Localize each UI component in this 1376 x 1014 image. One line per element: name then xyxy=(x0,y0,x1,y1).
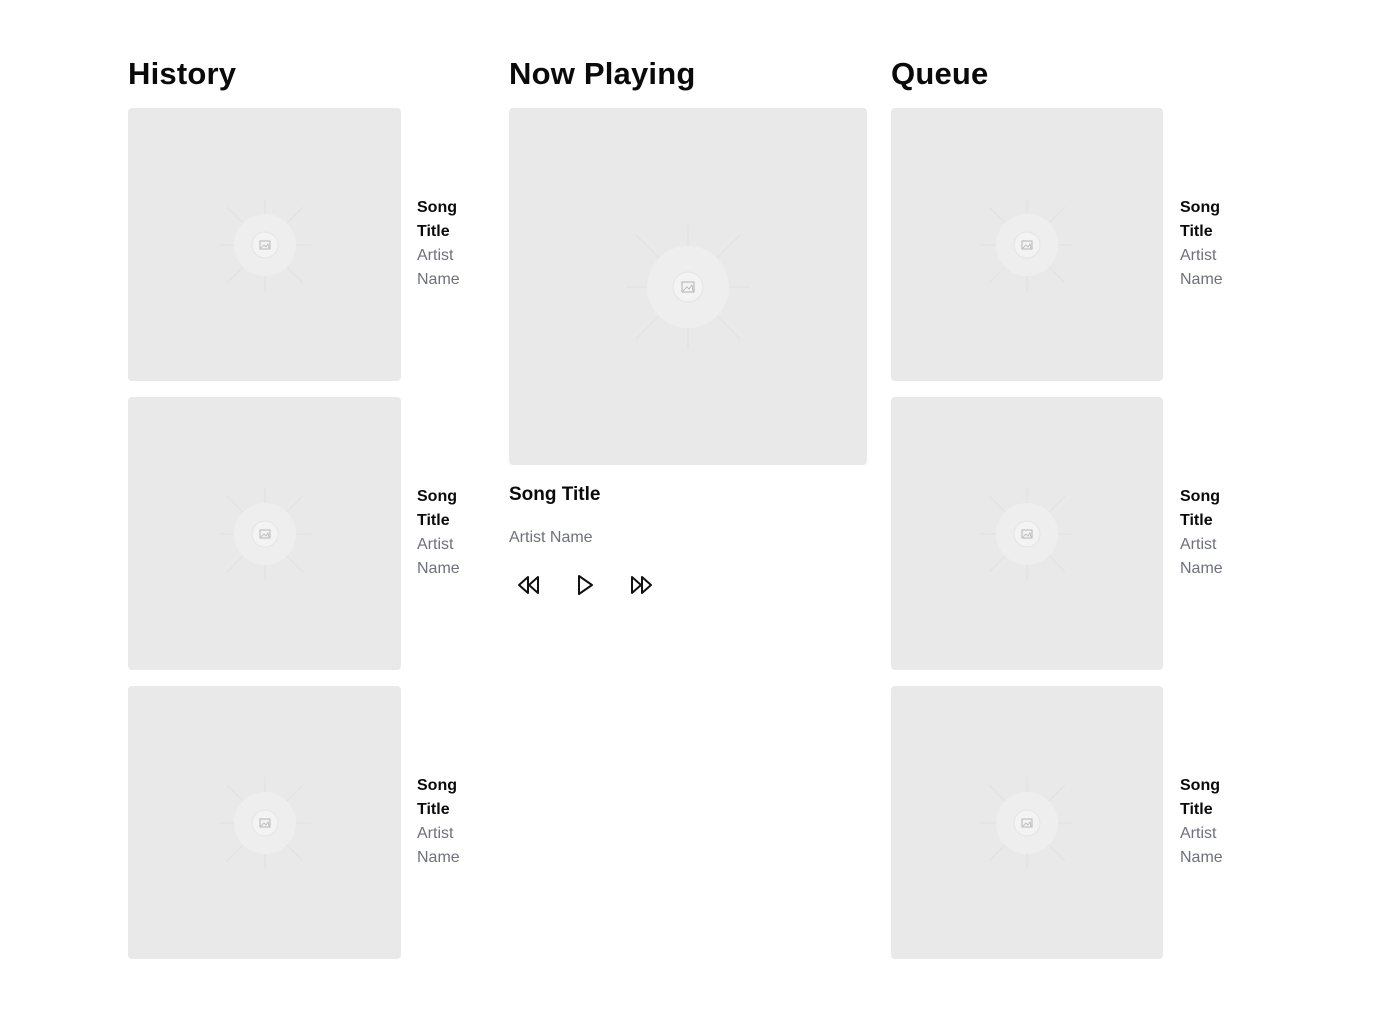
artist-name: Artist Name xyxy=(417,825,460,866)
now-playing-panel: Song Title Artist Name xyxy=(509,108,867,595)
image-placeholder-icon xyxy=(981,198,1073,291)
rewind-button[interactable] xyxy=(509,570,549,600)
now-playing-heading: Now Playing xyxy=(509,56,696,91)
image-placeholder-icon xyxy=(626,224,750,349)
song-title: Song Title xyxy=(417,199,457,240)
song-title: Song Title xyxy=(417,777,457,818)
history-heading: History xyxy=(128,56,237,91)
queue-list: Song Title Artist Name Song Title Artist… xyxy=(891,108,1251,975)
now-playing-artist-name: Artist Name xyxy=(509,529,593,546)
rewind-icon xyxy=(518,576,539,594)
image-placeholder-icon xyxy=(981,776,1073,869)
song-meta: Song Title Artist Name xyxy=(1180,485,1240,581)
queue-item[interactable]: Song Title Artist Name xyxy=(891,686,1251,959)
artist-name: Artist Name xyxy=(417,536,460,577)
playback-controls xyxy=(509,570,677,600)
play-button[interactable] xyxy=(565,570,605,600)
history-item[interactable]: Song Title Artist Name xyxy=(128,686,488,959)
song-title: Song Title xyxy=(1180,777,1220,818)
album-art xyxy=(128,397,401,670)
album-art xyxy=(128,108,401,381)
history-item[interactable]: Song Title Artist Name xyxy=(128,397,488,670)
song-meta: Song Title Artist Name xyxy=(417,485,477,581)
artist-name: Artist Name xyxy=(1180,247,1223,288)
artist-name: Artist Name xyxy=(1180,536,1223,577)
queue-item[interactable]: Song Title Artist Name xyxy=(891,397,1251,670)
song-title: Song Title xyxy=(417,488,457,529)
history-item[interactable]: Song Title Artist Name xyxy=(128,108,488,381)
album-art xyxy=(891,397,1163,670)
play-icon xyxy=(578,575,593,595)
now-playing-album-art xyxy=(509,108,867,465)
fast-forward-button[interactable] xyxy=(621,570,661,600)
album-art xyxy=(891,108,1163,381)
album-art xyxy=(128,686,401,959)
song-title: Song Title xyxy=(1180,199,1220,240)
fast-forward-icon xyxy=(631,576,652,594)
artist-name: Artist Name xyxy=(417,247,460,288)
song-meta: Song Title Artist Name xyxy=(1180,774,1240,870)
image-placeholder-icon xyxy=(218,198,311,291)
now-playing-song-title: Song Title xyxy=(509,484,601,505)
artist-name: Artist Name xyxy=(1180,825,1223,866)
song-meta: Song Title Artist Name xyxy=(417,196,477,292)
queue-heading: Queue xyxy=(891,56,989,91)
song-meta: Song Title Artist Name xyxy=(417,774,477,870)
song-title: Song Title xyxy=(1180,488,1220,529)
album-art xyxy=(891,686,1163,959)
image-placeholder-icon xyxy=(981,487,1073,580)
song-meta: Song Title Artist Name xyxy=(1180,196,1240,292)
history-list: Song Title Artist Name Song Title Artist… xyxy=(128,108,488,975)
image-placeholder-icon xyxy=(218,487,311,580)
queue-item[interactable]: Song Title Artist Name xyxy=(891,108,1251,381)
image-placeholder-icon xyxy=(218,776,311,869)
